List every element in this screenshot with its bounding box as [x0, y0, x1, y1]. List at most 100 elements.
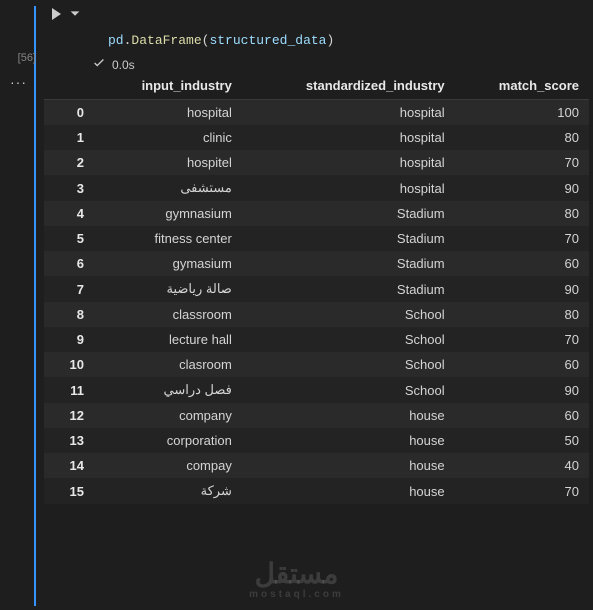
table-row: 12companyhouse60 — [44, 403, 589, 428]
watermark-sub: mostaql.com — [249, 590, 344, 600]
col-header: match_score — [455, 72, 589, 100]
cell-standardized_industry: house — [242, 453, 455, 478]
code-token-var: structured_data — [209, 33, 326, 48]
table-row: 14compayhouse40 — [44, 453, 589, 478]
cell-input_industry: clasroom — [94, 352, 242, 377]
table-row: 5fitness centerStadium70 — [44, 226, 589, 251]
cell-input_industry: فصل دراسي — [94, 377, 242, 403]
watermark-main: مستقل — [249, 560, 344, 588]
execution-count: [56] — [6, 52, 36, 64]
row-index: 12 — [44, 403, 94, 428]
cell-match_score: 70 — [455, 226, 589, 251]
cell-input_industry: مستشفى — [94, 175, 242, 201]
cell-input_industry: clinic — [94, 125, 242, 150]
cell-standardized_industry: Stadium — [242, 251, 455, 276]
cell-standardized_industry: Stadium — [242, 226, 455, 251]
table-row: 6gymasiumStadium60 — [44, 251, 589, 276]
table-row: 0hospitalhospital100 — [44, 100, 589, 126]
table-row: 9lecture hallSchool70 — [44, 327, 589, 352]
cell-input_industry: compay — [94, 453, 242, 478]
row-index: 1 — [44, 125, 94, 150]
row-index: 2 — [44, 150, 94, 175]
row-index: 10 — [44, 352, 94, 377]
table-row: 1clinichospital80 — [44, 125, 589, 150]
row-index: 8 — [44, 302, 94, 327]
table-row: 2hospitelhospital70 — [44, 150, 589, 175]
row-index: 3 — [44, 175, 94, 201]
code-token-close: ) — [326, 33, 334, 48]
chevron-down-icon[interactable] — [68, 7, 82, 24]
cell-standardized_industry: house — [242, 428, 455, 453]
cell-standardized_industry: hospital — [242, 175, 455, 201]
cell-input_industry: lecture hall — [94, 327, 242, 352]
cell-match_score: 80 — [455, 125, 589, 150]
table-row: 3مستشفىhospital90 — [44, 175, 589, 201]
cell-input_industry: hospitel — [94, 150, 242, 175]
cell-standardized_industry: School — [242, 352, 455, 377]
row-index: 6 — [44, 251, 94, 276]
cell-input_industry: fitness center — [94, 226, 242, 251]
cell-match_score: 50 — [455, 428, 589, 453]
cell-input_industry: شركة — [94, 478, 242, 504]
cell-input_industry: gymnasium — [94, 201, 242, 226]
table-row: 4gymnasiumStadium80 — [44, 201, 589, 226]
cell-input_industry: صالة رياضية — [94, 276, 242, 302]
table-row: 13corporationhouse50 — [44, 428, 589, 453]
cell-input_industry: classroom — [94, 302, 242, 327]
cell-match_score: 70 — [455, 327, 589, 352]
row-index: 0 — [44, 100, 94, 126]
run-cell-icon[interactable] — [48, 6, 64, 25]
cell-standardized_industry: hospital — [242, 125, 455, 150]
cell-standardized_industry: house — [242, 403, 455, 428]
cell-execution-bar — [34, 6, 36, 606]
cell-match_score: 90 — [455, 276, 589, 302]
cell-output: input_industry standardized_industry mat… — [44, 72, 589, 504]
dataframe-table: input_industry standardized_industry mat… — [44, 72, 589, 504]
cell-standardized_industry: School — [242, 377, 455, 403]
table-header-row: input_industry standardized_industry mat… — [44, 72, 589, 100]
index-header — [44, 72, 94, 100]
row-index: 4 — [44, 201, 94, 226]
cell-standardized_industry: School — [242, 327, 455, 352]
code-token-object: pd — [108, 33, 124, 48]
cell-input: pd.DataFrame(structured_data) 0.0s — [44, 6, 593, 79]
check-icon — [92, 56, 106, 73]
watermark: مستقل mostaql.com — [249, 560, 344, 600]
execution-time: 0.0s — [112, 58, 135, 72]
cell-match_score: 60 — [455, 251, 589, 276]
table-row: 11فصل دراسيSchool90 — [44, 377, 589, 403]
output-menu-icon[interactable]: ··· — [10, 74, 27, 90]
cell-match_score: 60 — [455, 403, 589, 428]
cell-standardized_industry: hospital — [242, 100, 455, 126]
row-index: 11 — [44, 377, 94, 403]
cell-standardized_industry: hospital — [242, 150, 455, 175]
code-token-func: DataFrame — [131, 33, 201, 48]
cell-match_score: 100 — [455, 100, 589, 126]
cell-match_score: 90 — [455, 175, 589, 201]
cell-standardized_industry: house — [242, 478, 455, 504]
cell-input_industry: gymasium — [94, 251, 242, 276]
col-header: standardized_industry — [242, 72, 455, 100]
cell-match_score: 70 — [455, 150, 589, 175]
row-index: 14 — [44, 453, 94, 478]
row-index: 15 — [44, 478, 94, 504]
cell-match_score: 80 — [455, 302, 589, 327]
cell-match_score: 40 — [455, 453, 589, 478]
row-index: 7 — [44, 276, 94, 302]
row-index: 9 — [44, 327, 94, 352]
cell-match_score: 90 — [455, 377, 589, 403]
cell-input_industry: company — [94, 403, 242, 428]
code-line[interactable]: pd.DataFrame(structured_data) — [44, 27, 593, 54]
cell-match_score: 70 — [455, 478, 589, 504]
row-index: 13 — [44, 428, 94, 453]
cell-standardized_industry: Stadium — [242, 276, 455, 302]
row-index: 5 — [44, 226, 94, 251]
col-header: input_industry — [94, 72, 242, 100]
cell-standardized_industry: Stadium — [242, 201, 455, 226]
editor-gutter — [0, 0, 44, 610]
table-row: 8classroomSchool80 — [44, 302, 589, 327]
cell-match_score: 60 — [455, 352, 589, 377]
cell-match_score: 80 — [455, 201, 589, 226]
table-row: 10clasroomSchool60 — [44, 352, 589, 377]
table-row: 7صالة رياضيةStadium90 — [44, 276, 589, 302]
